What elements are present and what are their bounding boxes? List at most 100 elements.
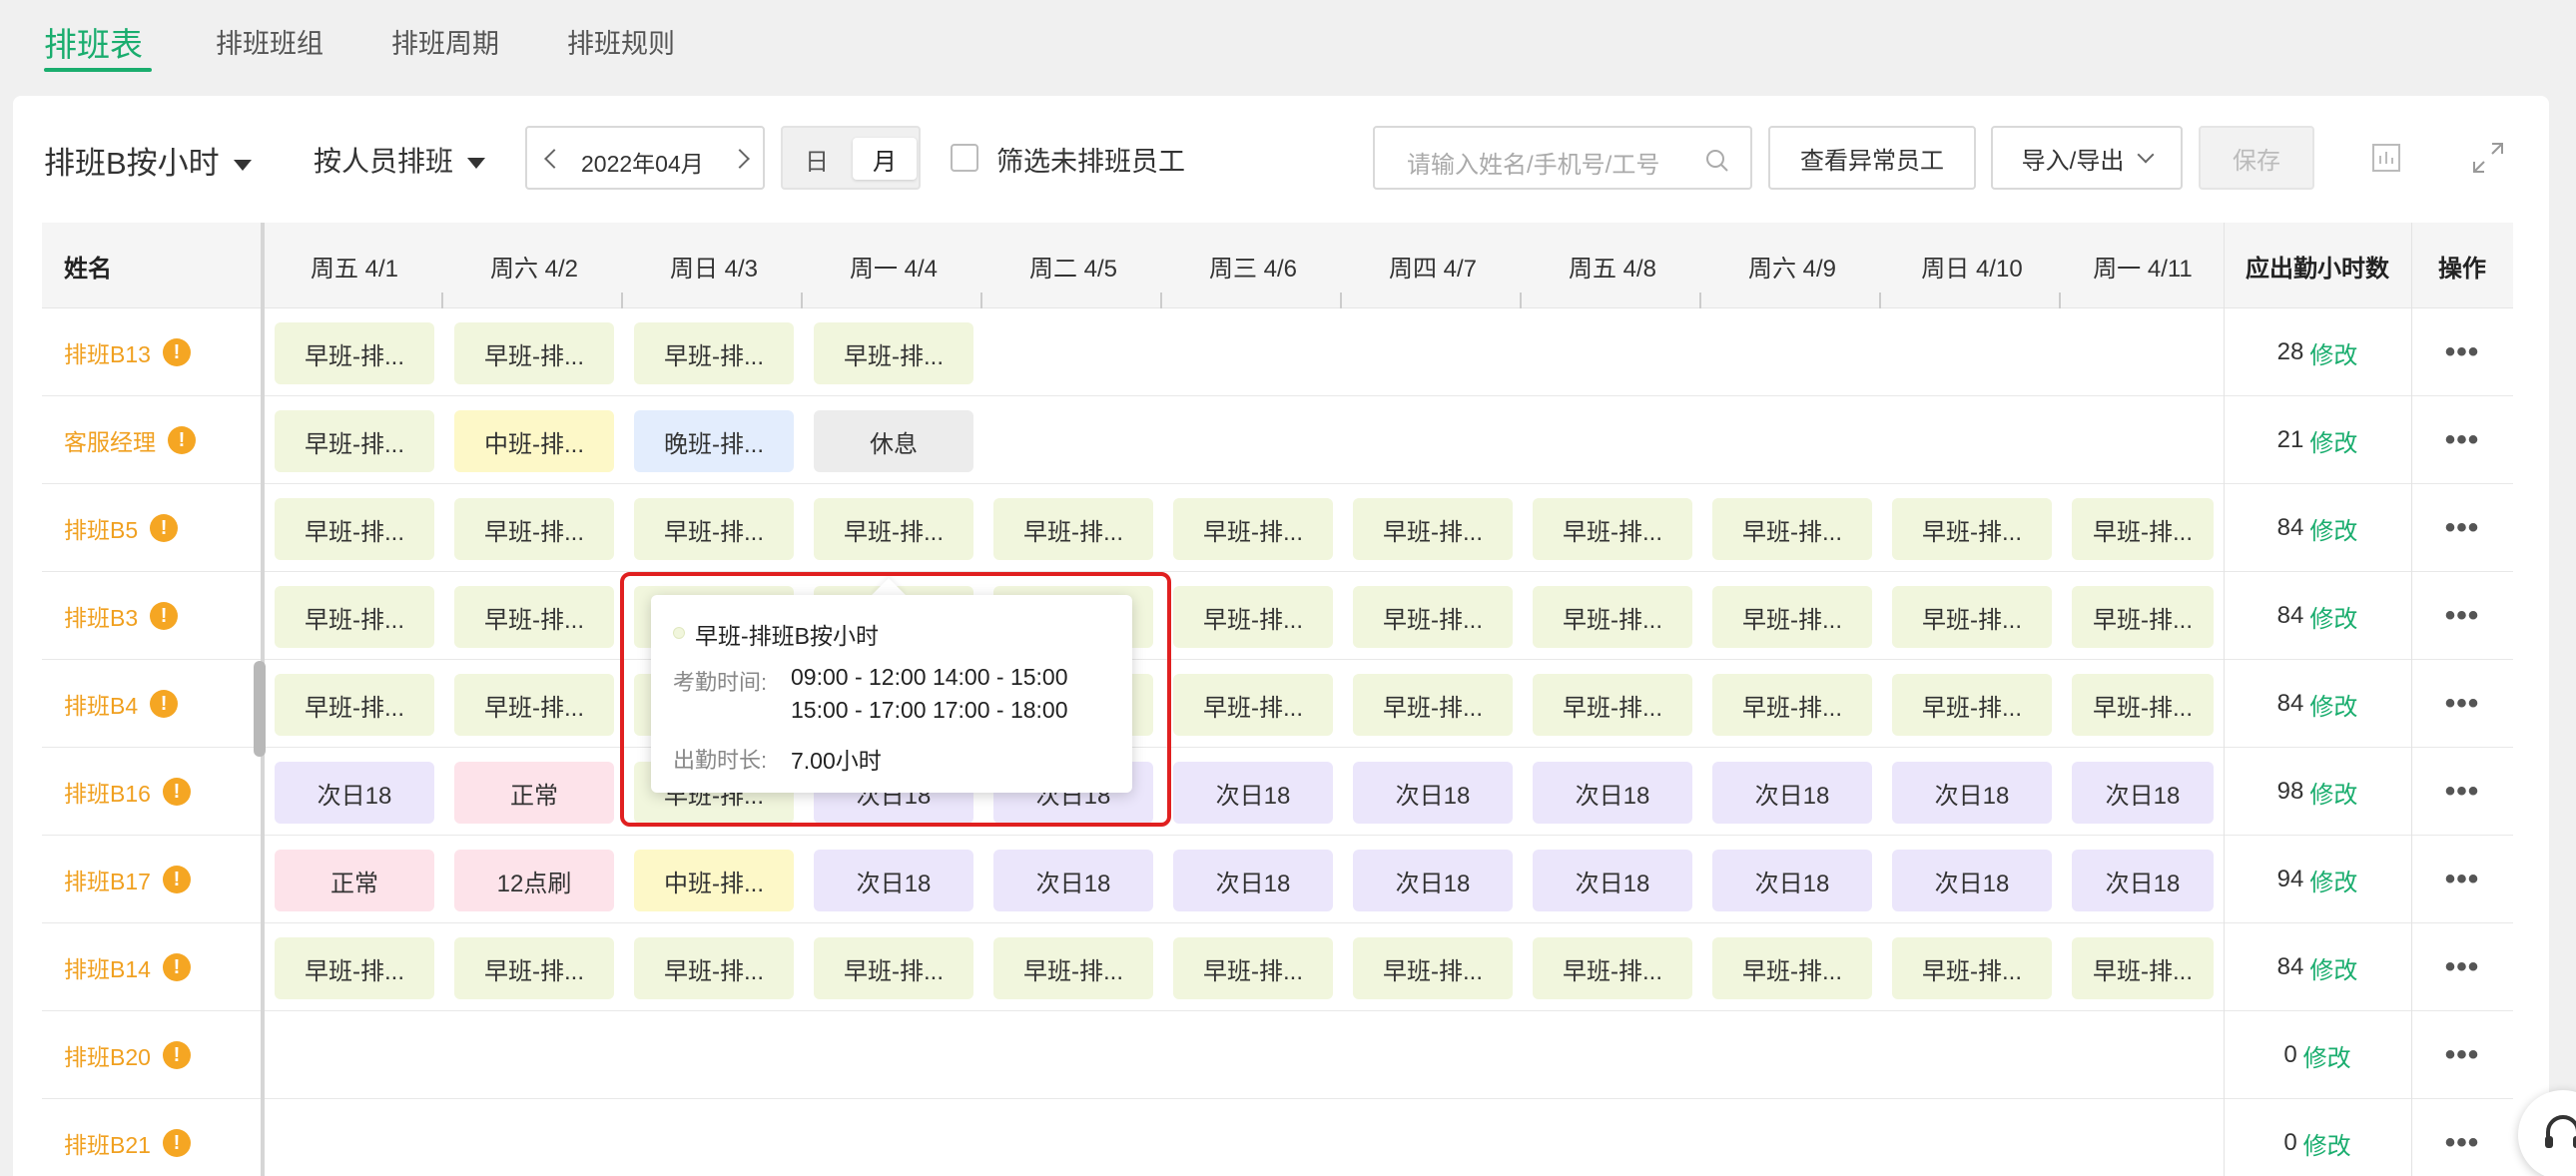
vertical-scrollbar[interactable] (254, 661, 266, 757)
shift-cell[interactable]: 次日18 (1712, 762, 1872, 824)
shift-cell[interactable]: 早班-排... (1892, 498, 2052, 560)
shift-cell[interactable]: 早班-排... (2072, 498, 2214, 560)
warning-icon[interactable]: ! (162, 953, 191, 981)
more-options-icon[interactable]: ••• (2411, 572, 2513, 660)
shift-cell[interactable]: 早班-排... (634, 937, 794, 999)
shift-cell[interactable]: 早班-排... (454, 498, 614, 560)
employee-name[interactable]: 排班B4! (64, 660, 179, 748)
more-options-icon[interactable]: ••• (2411, 836, 2513, 923)
employee-name[interactable]: 排班B14! (64, 923, 191, 1011)
warning-icon[interactable]: ! (162, 778, 191, 806)
edit-hours-link[interactable]: 修改 (2309, 687, 2357, 722)
search-input[interactable]: 请输入姓名/手机号/工号 (1373, 126, 1752, 190)
shift-cell[interactable]: 早班-排... (454, 674, 614, 736)
shift-cell[interactable]: 次日18 (1892, 762, 2052, 824)
shift-cell[interactable]: 早班-排... (1173, 498, 1333, 560)
employee-name[interactable]: 排班B17! (64, 836, 191, 923)
search-icon[interactable] (1704, 148, 1730, 174)
abnormal-employees-button[interactable]: 查看异常员工 (1768, 126, 1976, 190)
shift-cell[interactable]: 次日18 (2072, 762, 2214, 824)
shift-cell[interactable]: 次日18 (1353, 850, 1513, 911)
shift-cell[interactable]: 早班-排... (1712, 674, 1872, 736)
shift-cell[interactable]: 早班-排... (275, 410, 434, 472)
shift-cell[interactable]: 中班-排... (634, 850, 794, 911)
shift-cell[interactable]: 次日18 (1712, 850, 1872, 911)
shift-cell[interactable]: 早班-排... (1353, 937, 1513, 999)
shift-cell[interactable]: 早班-排... (814, 498, 973, 560)
shift-cell[interactable]: 早班-排... (1892, 937, 2052, 999)
fullscreen-icon[interactable] (2470, 140, 2506, 176)
employee-name[interactable]: 客服经理! (64, 396, 196, 484)
shift-cell[interactable]: 早班-排... (275, 322, 434, 384)
shift-cell[interactable]: 早班-排... (275, 498, 434, 560)
more-options-icon[interactable]: ••• (2411, 660, 2513, 748)
shift-cell[interactable]: 次日18 (2072, 850, 2214, 911)
shift-cell[interactable]: 早班-排... (993, 937, 1153, 999)
shift-cell[interactable]: 早班-排... (993, 498, 1153, 560)
shift-cell[interactable]: 早班-排... (1533, 674, 1692, 736)
edit-hours-link[interactable]: 修改 (2303, 1126, 2351, 1161)
chevron-left-icon[interactable] (544, 149, 564, 169)
more-options-icon[interactable]: ••• (2411, 308, 2513, 396)
shift-cell[interactable]: 正常 (454, 762, 614, 824)
shift-cell[interactable]: 正常 (275, 850, 434, 911)
employee-name[interactable]: 排班B16! (64, 748, 191, 836)
view-month-button[interactable]: 月 (853, 138, 917, 180)
edit-hours-link[interactable]: 修改 (2303, 1038, 2351, 1073)
shift-cell[interactable]: 早班-排... (2072, 586, 2214, 648)
warning-icon[interactable]: ! (162, 866, 191, 893)
employee-name[interactable]: 排班B13! (64, 308, 191, 396)
shift-cell[interactable]: 早班-排... (275, 937, 434, 999)
tab-schedule-rules[interactable]: 排班规则 (567, 22, 675, 61)
shift-cell[interactable]: 次日18 (814, 850, 973, 911)
shift-cell[interactable]: 中班-排... (454, 410, 614, 472)
shift-cell[interactable]: 早班-排... (275, 674, 434, 736)
shift-cell[interactable]: 次日18 (1533, 762, 1692, 824)
more-options-icon[interactable]: ••• (2411, 748, 2513, 836)
edit-hours-link[interactable]: 修改 (2309, 863, 2357, 897)
import-export-button[interactable]: 导入/导出 (1991, 126, 2183, 190)
warning-icon[interactable]: ! (150, 514, 179, 542)
shift-cell[interactable]: 早班-排... (1712, 586, 1872, 648)
more-options-icon[interactable]: ••• (2411, 484, 2513, 572)
shift-cell[interactable]: 次日18 (993, 850, 1153, 911)
warning-icon[interactable]: ! (162, 1041, 191, 1069)
edit-hours-link[interactable]: 修改 (2309, 599, 2357, 634)
tab-schedule-cycle[interactable]: 排班周期 (391, 22, 499, 61)
edit-hours-link[interactable]: 修改 (2309, 511, 2357, 546)
shift-cell[interactable]: 早班-排... (1533, 498, 1692, 560)
shift-cell[interactable]: 次日18 (1173, 762, 1333, 824)
shift-cell[interactable]: 早班-排... (1173, 937, 1333, 999)
shift-cell[interactable]: 早班-排... (1712, 937, 1872, 999)
employee-name[interactable]: 排班B21! (64, 1099, 191, 1176)
more-options-icon[interactable]: ••• (2411, 1099, 2513, 1176)
shift-cell[interactable]: 早班-排... (1173, 674, 1333, 736)
shift-cell[interactable]: 12点刷 (454, 850, 614, 911)
shift-cell[interactable]: 早班-排... (1533, 937, 1692, 999)
warning-icon[interactable]: ! (162, 1129, 191, 1157)
shift-cell[interactable]: 早班-排... (454, 937, 614, 999)
shift-cell[interactable]: 次日18 (1892, 850, 2052, 911)
chevron-right-icon[interactable] (730, 149, 750, 169)
shift-cell[interactable]: 早班-排... (1892, 586, 2052, 648)
tab-schedule-group[interactable]: 排班班组 (216, 22, 323, 61)
shift-cell[interactable]: 早班-排... (2072, 937, 2214, 999)
shift-cell[interactable]: 早班-排... (1353, 586, 1513, 648)
shift-cell[interactable]: 早班-排... (1892, 674, 2052, 736)
shift-cell[interactable]: 次日18 (1353, 762, 1513, 824)
warning-icon[interactable]: ! (150, 602, 179, 630)
shift-cell[interactable]: 次日18 (1173, 850, 1333, 911)
warning-icon[interactable]: ! (150, 690, 179, 718)
shift-cell[interactable]: 次日18 (275, 762, 434, 824)
shift-cell[interactable]: 早班-排... (275, 586, 434, 648)
shift-cell[interactable]: 早班-排... (634, 322, 794, 384)
warning-icon[interactable]: ! (162, 338, 191, 366)
shift-cell[interactable]: 早班-排... (1353, 498, 1513, 560)
edit-hours-link[interactable]: 修改 (2309, 423, 2357, 458)
shift-cell[interactable]: 早班-排... (454, 322, 614, 384)
tab-schedule-table[interactable]: 排班表 (44, 18, 143, 66)
chart-icon[interactable] (2370, 142, 2402, 174)
more-options-icon[interactable]: ••• (2411, 396, 2513, 484)
shift-cell[interactable]: 早班-排... (1353, 674, 1513, 736)
filter-checkbox[interactable] (951, 144, 978, 172)
